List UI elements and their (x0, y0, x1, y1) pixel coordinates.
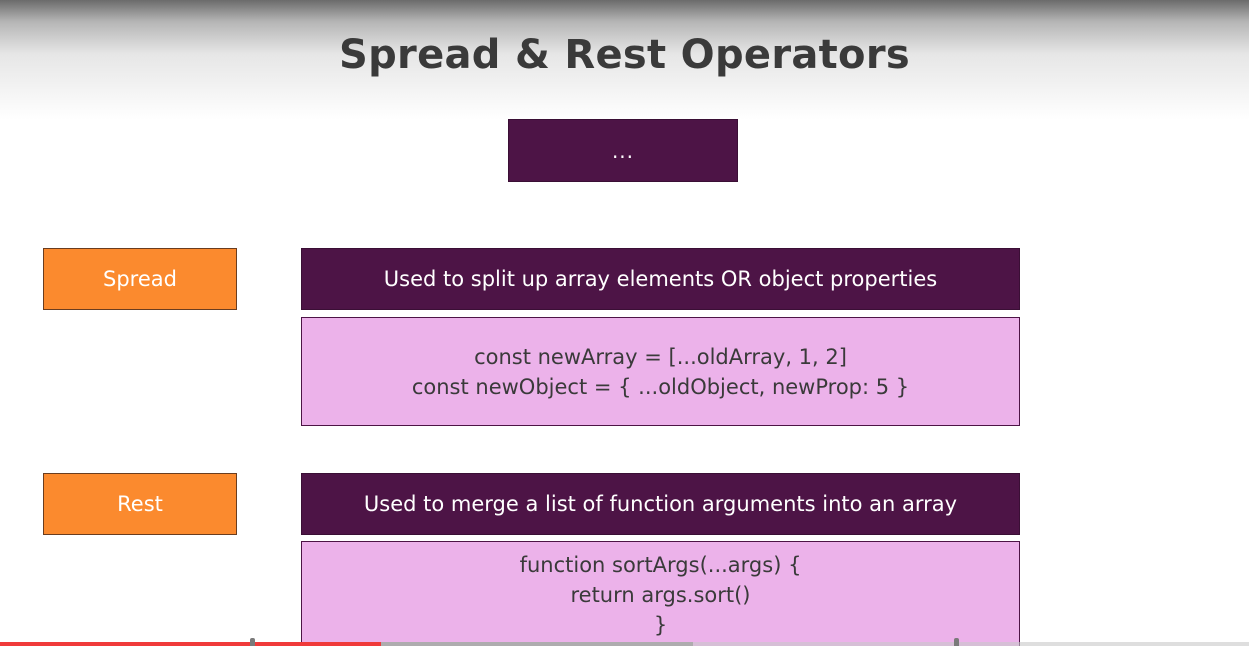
chapter-marker (250, 638, 255, 646)
rest-code-box: function sortArgs(...args) { return args… (301, 541, 1020, 646)
operator-symbol-box: ... (508, 119, 738, 182)
operator-symbol: ... (611, 138, 635, 163)
slide-title: Spread & Rest Operators (339, 32, 910, 78)
rest-code-line-1: function sortArgs(...args) { (519, 553, 802, 577)
spread-description-box: Used to split up array elements OR objec… (301, 248, 1020, 310)
spread-label: Spread (103, 267, 177, 291)
spread-code-line-1: const newArray = [...oldArray, 1, 2] (474, 344, 847, 369)
rest-description-box: Used to merge a list of function argumen… (301, 473, 1020, 535)
rest-label: Rest (117, 492, 163, 516)
rest-code-line-3: } (653, 613, 668, 637)
video-played-bar[interactable] (0, 642, 381, 646)
spread-code-box: const newArray = [...oldArray, 1, 2] con… (301, 317, 1020, 426)
spread-label-box: Spread (43, 248, 237, 310)
rest-code-line-2: return args.sort() (570, 583, 751, 607)
chapter-marker (954, 638, 959, 646)
spread-description: Used to split up array elements OR objec… (383, 267, 938, 291)
rest-label-box: Rest (43, 473, 237, 535)
spread-code-line-2: const newObject = { ...oldObject, newPro… (411, 374, 910, 399)
rest-description: Used to merge a list of function argumen… (363, 492, 958, 516)
